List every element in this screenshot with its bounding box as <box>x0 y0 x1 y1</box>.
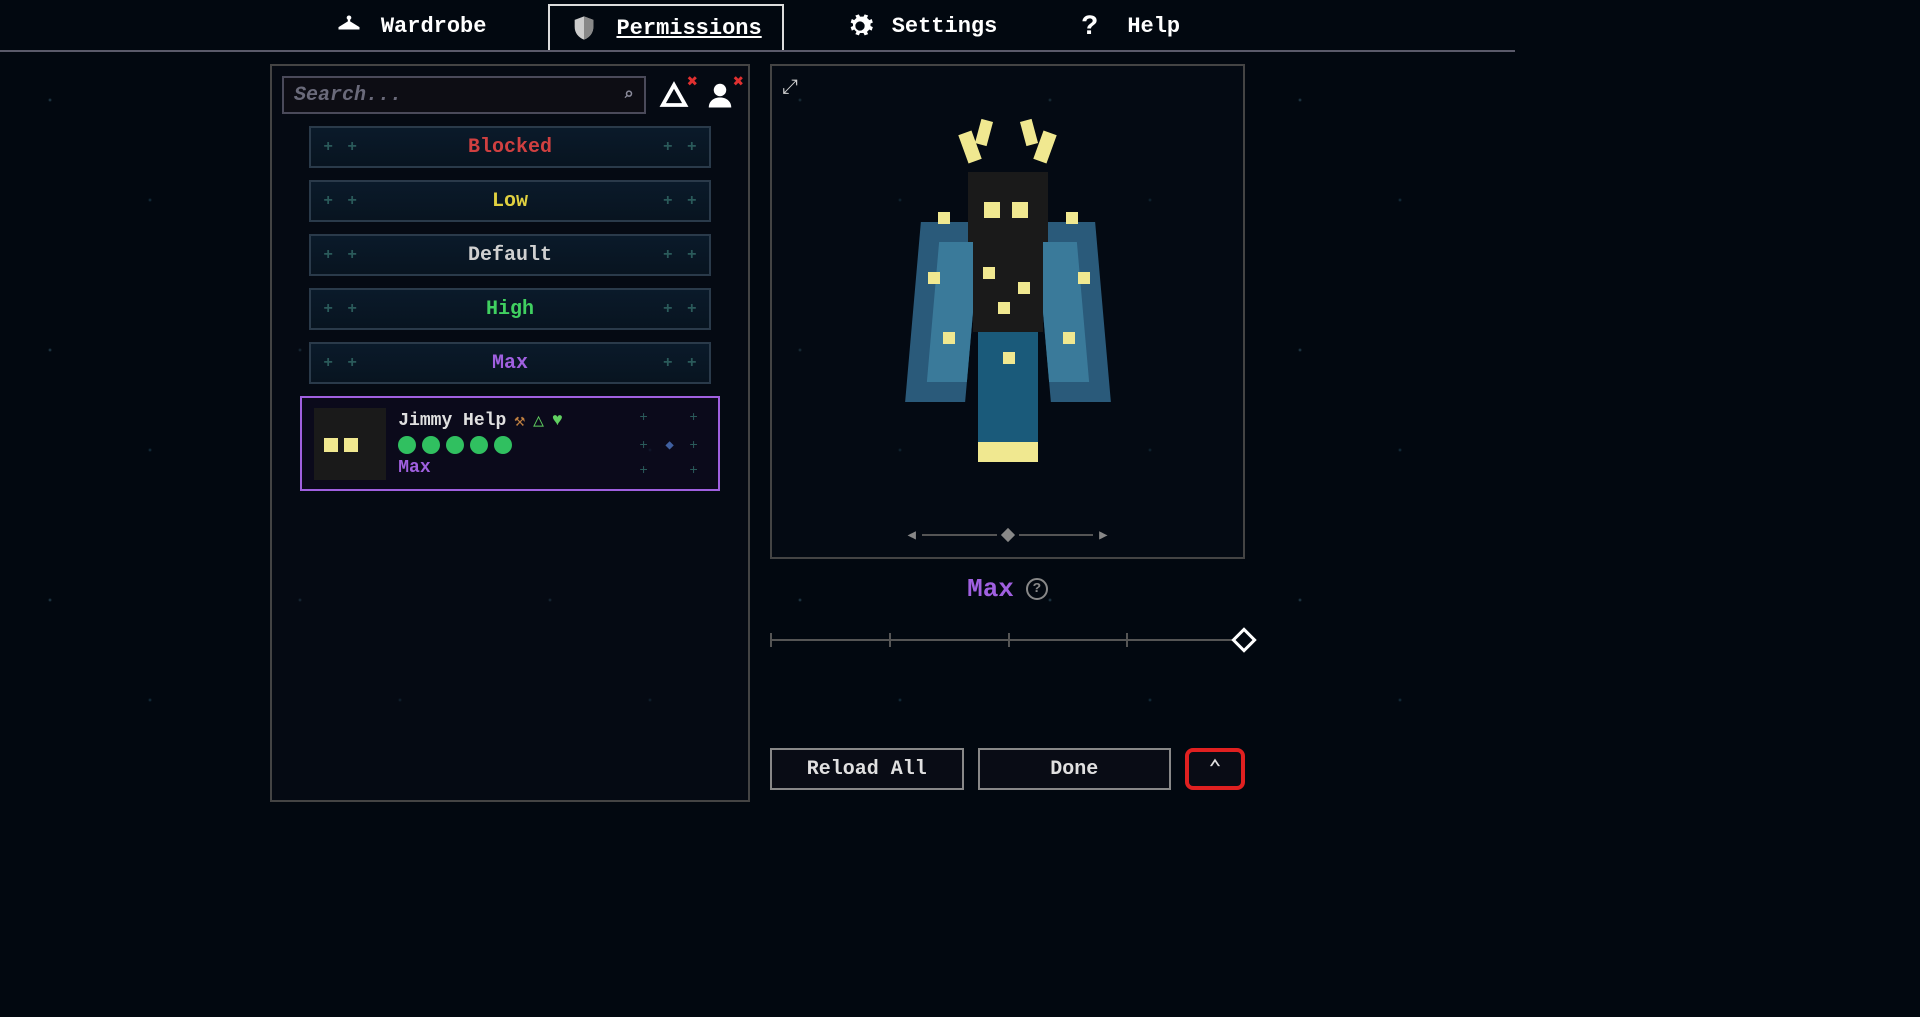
filter-blocked-label: Blocked <box>468 136 552 159</box>
filter-max-label: Max <box>492 352 528 375</box>
tab-wardrobe-label: Wardrobe <box>381 14 487 39</box>
filter-high-label: High <box>486 298 534 321</box>
done-label: Done <box>1050 758 1098 781</box>
search-input[interactable]: Search... ⌕ <box>282 76 646 114</box>
tab-permissions-label: Permissions <box>616 16 761 41</box>
tab-settings[interactable]: Settings <box>824 2 1020 48</box>
tab-help[interactable]: ? Help <box>1059 2 1202 48</box>
gear-icon <box>846 12 874 40</box>
filter-low[interactable]: ++ Low ++ <box>309 180 710 222</box>
player-level-label: Max <box>398 458 563 478</box>
tab-help-label: Help <box>1127 14 1180 39</box>
filter-max[interactable]: ++ Max ++ <box>309 342 710 384</box>
player-card[interactable]: Jimmy Help ⚒ △ ♥ Max ++ +◆+ ++ <box>300 396 720 491</box>
tab-permissions[interactable]: Permissions <box>548 4 783 50</box>
chevron-up-icon: ⌃ <box>1208 756 1221 782</box>
filter-high[interactable]: ++ High ++ <box>309 288 710 330</box>
filter-default[interactable]: ++ Default ++ <box>309 234 710 276</box>
expand-up-button[interactable]: ⌃ <box>1185 748 1245 790</box>
search-placeholder: Search... <box>294 84 402 107</box>
model-preview[interactable]: ⤢ <box>770 64 1245 559</box>
search-icon: ⌕ <box>623 84 634 106</box>
filter-blocked[interactable]: ++ Blocked ++ <box>309 126 710 168</box>
question-icon: ? <box>1081 12 1109 40</box>
shield-icon <box>570 14 598 42</box>
done-button[interactable]: Done <box>978 748 1172 790</box>
triangle-icon: △ <box>533 410 544 432</box>
heart-icon: ♥ <box>552 411 563 431</box>
trust-slider[interactable] <box>770 639 1245 641</box>
hanger-icon <box>335 12 363 40</box>
expand-icon[interactable]: ⤢ <box>782 76 798 100</box>
status-dots <box>398 436 563 454</box>
clear-triangle-button[interactable]: ✖ <box>656 77 692 113</box>
filter-default-label: Default <box>468 244 552 267</box>
axe-icon: ⚒ <box>514 410 525 432</box>
preview-column: ⤢ <box>770 64 1245 802</box>
red-x-icon: ✖ <box>687 71 698 93</box>
trust-level-label: Max ? <box>770 574 1245 604</box>
red-x-icon: ✖ <box>733 71 744 93</box>
slider-handle[interactable] <box>1231 627 1256 652</box>
player-avatar <box>314 408 386 480</box>
character-model <box>868 102 1148 522</box>
info-icon[interactable]: ? <box>1026 578 1048 600</box>
permissions-panel: Search... ⌕ ✖ ✖ ++ Blocked ++ ++ Low ++ … <box>270 64 750 802</box>
clear-user-button[interactable]: ✖ <box>702 77 738 113</box>
reload-label: Reload All <box>807 758 927 781</box>
rotate-slider[interactable]: ◀▶ <box>908 525 1108 545</box>
trust-level-text: Max <box>967 574 1014 604</box>
reload-all-button[interactable]: Reload All <box>770 748 964 790</box>
filter-low-label: Low <box>492 190 528 213</box>
tab-wardrobe[interactable]: Wardrobe <box>313 2 509 48</box>
player-name-label: Jimmy Help <box>398 411 506 431</box>
tab-settings-label: Settings <box>892 14 998 39</box>
tab-bar: Wardrobe Permissions Settings ? Help <box>0 0 1515 52</box>
